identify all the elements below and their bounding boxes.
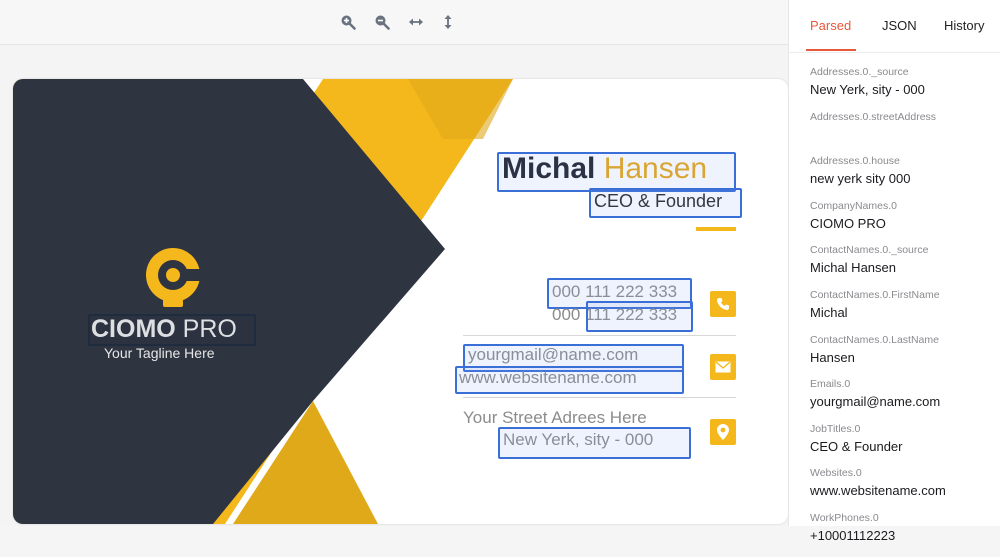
parsed-fields-list: Addresses.0._source New Yerk, sity - 000… — [810, 66, 996, 557]
field-item: JobTitles.0 CEO & Founder — [810, 423, 996, 468]
field-item: WorkPhones.0 +10001112223 — [810, 512, 996, 557]
viewer-toolbar — [0, 0, 788, 45]
field-value: www.websitename.com — [810, 483, 946, 499]
location-pin-icon — [710, 419, 736, 445]
field-key: Addresses.0.house — [810, 155, 900, 168]
ocr-box-company[interactable] — [88, 314, 256, 346]
field-key: WorkPhones.0 — [810, 511, 879, 524]
company-logo — [133, 239, 213, 315]
results-tabs: Parsed JSON History — [789, 0, 1000, 53]
ocr-box-name[interactable] — [497, 152, 736, 192]
field-value: New Yerk, sity - 000 — [810, 82, 925, 97]
field-value: Michal — [810, 304, 848, 320]
field-value: CEO & Founder — [810, 438, 903, 454]
field-item: Emails.0 yourgmail@name.com — [810, 378, 996, 423]
ocr-box-title[interactable] — [589, 188, 742, 218]
results-panel: Parsed JSON History Addresses.0._source … — [788, 0, 1000, 543]
field-value: Michal Hansen — [810, 260, 896, 276]
field-value: +10001112223 — [810, 527, 896, 543]
field-value: CIOMO PRO — [810, 215, 886, 231]
field-item: ContactNames.0._source Michal Hansen — [810, 244, 996, 289]
field-item: CompanyNames.0 CIOMO PRO — [810, 200, 996, 245]
card-address-line-1: Your Street Adrees Here — [463, 408, 647, 427]
field-key: CompanyNames.0 — [810, 199, 897, 212]
field-key: Addresses.0.streetAddress — [810, 110, 937, 123]
ocr-box-address[interactable] — [498, 427, 691, 459]
active-tab-indicator — [806, 49, 856, 51]
field-item: ContactNames.0.LastName Hansen — [810, 334, 996, 379]
mail-icon — [710, 354, 736, 380]
business-card-image: CIOMO PRO Your Tagline Here Michal Hanse… — [13, 79, 788, 524]
ocr-box-website[interactable] — [455, 366, 684, 394]
card-divider-1 — [463, 335, 736, 336]
field-item: ContactNames.0.FirstName Michal — [810, 289, 996, 334]
document-viewer: CIOMO PRO Your Tagline Here Michal Hanse… — [0, 0, 788, 526]
field-key: JobTitles.0 — [810, 422, 861, 435]
zoom-out-icon[interactable] — [371, 11, 393, 33]
field-value: Hansen — [810, 349, 855, 365]
ocr-box-phone-2[interactable] — [586, 301, 693, 332]
phone-icon — [710, 291, 736, 317]
field-key: ContactNames.0.LastName — [810, 333, 939, 346]
field-key: ContactNames.0._source — [810, 244, 929, 257]
field-item: Addresses.0._source New Yerk, sity - 000 — [810, 66, 996, 111]
field-key: Emails.0 — [810, 378, 851, 391]
field-key: ContactNames.0.FirstName — [810, 288, 940, 301]
card-divider-2 — [463, 397, 736, 398]
field-item: Addresses.0.streetAddress — [810, 111, 996, 156]
fit-height-icon[interactable] — [437, 11, 459, 33]
title-accent-bar — [696, 227, 736, 231]
field-item: Websites.0 www.websitename.com — [810, 467, 996, 512]
zoom-in-icon[interactable] — [337, 11, 359, 33]
card-tagline: Your Tagline Here — [104, 345, 215, 361]
tab-json[interactable]: JSON — [882, 18, 917, 33]
field-key: Addresses.0._source — [810, 66, 909, 78]
field-key: Websites.0 — [810, 467, 862, 480]
field-value: new yerk sity 000 — [810, 171, 911, 187]
tab-history[interactable]: History — [944, 18, 984, 33]
field-item: Addresses.0.house new yerk sity 000 — [810, 155, 996, 200]
field-value: yourgmail@name.com — [810, 394, 941, 410]
tab-parsed[interactable]: Parsed — [810, 18, 851, 33]
fit-width-icon[interactable] — [405, 11, 427, 33]
